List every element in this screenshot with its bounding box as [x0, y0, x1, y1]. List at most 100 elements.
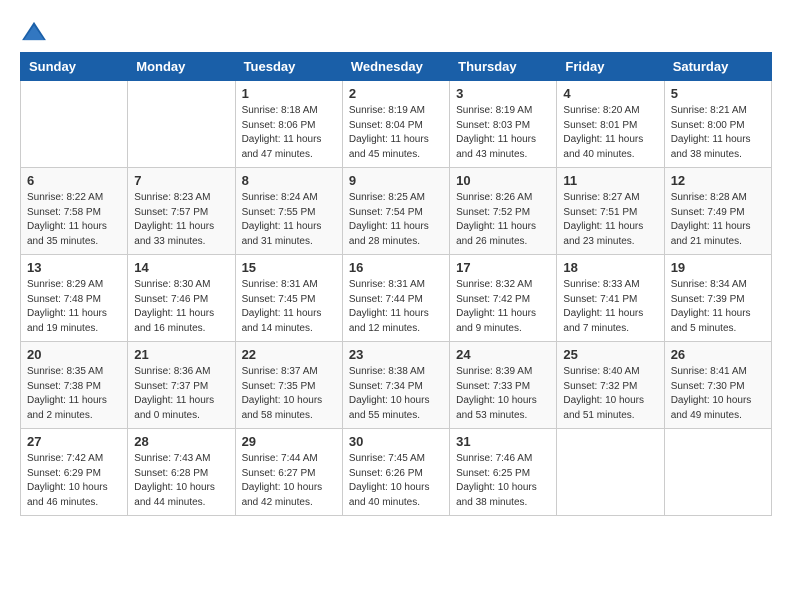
day-info: Sunrise: 8:26 AM Sunset: 7:52 PM Dayligh… [456, 191, 550, 249]
calendar-cell: 10 Sunrise: 8:26 AM Sunset: 7:52 PM Dayli… [450, 168, 557, 255]
calendar-cell [128, 81, 235, 168]
day-number: 10 [456, 173, 550, 188]
day-number: 8 [242, 173, 336, 188]
calendar-cell: 6 Sunrise: 8:22 AM Sunset: 7:58 PM Daylig… [21, 168, 128, 255]
day-info: Sunrise: 8:40 AM Sunset: 7:32 PM Dayligh… [563, 365, 657, 423]
day-number: 18 [563, 260, 657, 275]
calendar-cell: 31 Sunrise: 7:46 AM Sunset: 6:25 PM Dayli… [450, 429, 557, 516]
calendar-cell [557, 429, 664, 516]
day-info: Sunrise: 8:35 AM Sunset: 7:38 PM Dayligh… [27, 365, 121, 423]
day-info: Sunrise: 8:41 AM Sunset: 7:30 PM Dayligh… [671, 365, 765, 423]
day-number: 23 [349, 347, 443, 362]
calendar-cell: 30 Sunrise: 7:45 AM Sunset: 6:26 PM Dayli… [342, 429, 449, 516]
calendar-cell: 18Sunrise: 8:33 AM Sunset: 7:41 PM Dayli… [557, 255, 664, 342]
day-number: 14 [134, 260, 228, 275]
day-info: Sunrise: 7:43 AM Sunset: 6:28 PM Dayligh… [134, 452, 228, 510]
calendar-cell: 23 Sunrise: 8:38 AM Sunset: 7:34 PM Dayli… [342, 342, 449, 429]
day-info: Sunrise: 8:20 AM Sunset: 8:01 PM Dayligh… [563, 104, 657, 162]
day-info: Sunrise: 8:32 AM Sunset: 7:42 PM Dayligh… [456, 278, 550, 336]
calendar-cell: 1 Sunrise: 8:18 AM Sunset: 8:06 PM Daylig… [235, 81, 342, 168]
calendar-cell: 28Sunrise: 7:43 AM Sunset: 6:28 PM Dayli… [128, 429, 235, 516]
calendar-week-1: 1 Sunrise: 8:18 AM Sunset: 8:06 PM Daylig… [21, 81, 772, 168]
day-number: 2 [349, 86, 443, 101]
day-info: Sunrise: 8:34 AM Sunset: 7:39 PM Dayligh… [671, 278, 765, 336]
calendar-cell: 4Sunrise: 8:20 AM Sunset: 8:01 PM Daylig… [557, 81, 664, 168]
day-info: Sunrise: 8:24 AM Sunset: 7:55 PM Dayligh… [242, 191, 336, 249]
day-info: Sunrise: 7:44 AM Sunset: 6:27 PM Dayligh… [242, 452, 336, 510]
day-number: 13 [27, 260, 121, 275]
day-number: 5 [671, 86, 765, 101]
calendar-cell: 20 Sunrise: 8:35 AM Sunset: 7:38 PM Dayli… [21, 342, 128, 429]
weekday-header-sunday: Sunday [21, 53, 128, 81]
calendar-cell: 24Sunrise: 8:39 AM Sunset: 7:33 PM Dayli… [450, 342, 557, 429]
calendar-cell: 25 Sunrise: 8:40 AM Sunset: 7:32 PM Dayli… [557, 342, 664, 429]
day-number: 31 [456, 434, 550, 449]
day-number: 15 [242, 260, 336, 275]
calendar-cell [21, 81, 128, 168]
day-info: Sunrise: 8:18 AM Sunset: 8:06 PM Dayligh… [242, 104, 336, 162]
calendar-week-2: 6 Sunrise: 8:22 AM Sunset: 7:58 PM Daylig… [21, 168, 772, 255]
day-number: 25 [563, 347, 657, 362]
calendar-cell: 29 Sunrise: 7:44 AM Sunset: 6:27 PM Dayli… [235, 429, 342, 516]
day-info: Sunrise: 8:28 AM Sunset: 7:49 PM Dayligh… [671, 191, 765, 249]
calendar-cell: 11Sunrise: 8:27 AM Sunset: 7:51 PM Dayli… [557, 168, 664, 255]
day-info: Sunrise: 8:21 AM Sunset: 8:00 PM Dayligh… [671, 104, 765, 162]
calendar-cell: 12 Sunrise: 8:28 AM Sunset: 7:49 PM Dayli… [664, 168, 771, 255]
calendar-cell: 7 Sunrise: 8:23 AM Sunset: 7:57 PM Daylig… [128, 168, 235, 255]
calendar-week-5: 27 Sunrise: 7:42 AM Sunset: 6:29 PM Dayli… [21, 429, 772, 516]
day-info: Sunrise: 8:31 AM Sunset: 7:44 PM Dayligh… [349, 278, 443, 336]
weekday-header-row: SundayMondayTuesdayWednesdayThursdayFrid… [21, 53, 772, 81]
calendar-cell: 26 Sunrise: 8:41 AM Sunset: 7:30 PM Dayli… [664, 342, 771, 429]
day-number: 12 [671, 173, 765, 188]
calendar-cell: 8 Sunrise: 8:24 AM Sunset: 7:55 PM Daylig… [235, 168, 342, 255]
day-number: 21 [134, 347, 228, 362]
day-info: Sunrise: 8:19 AM Sunset: 8:03 PM Dayligh… [456, 104, 550, 162]
calendar-cell: 13 Sunrise: 8:29 AM Sunset: 7:48 PM Dayli… [21, 255, 128, 342]
day-info: Sunrise: 7:46 AM Sunset: 6:25 PM Dayligh… [456, 452, 550, 510]
calendar-cell: 21 Sunrise: 8:36 AM Sunset: 7:37 PM Dayli… [128, 342, 235, 429]
day-info: Sunrise: 8:23 AM Sunset: 7:57 PM Dayligh… [134, 191, 228, 249]
day-number: 9 [349, 173, 443, 188]
day-info: Sunrise: 8:36 AM Sunset: 7:37 PM Dayligh… [134, 365, 228, 423]
day-number: 16 [349, 260, 443, 275]
calendar-cell: 2Sunrise: 8:19 AM Sunset: 8:04 PM Daylig… [342, 81, 449, 168]
day-info: Sunrise: 8:31 AM Sunset: 7:45 PM Dayligh… [242, 278, 336, 336]
calendar: SundayMondayTuesdayWednesdayThursdayFrid… [20, 52, 772, 516]
weekday-header-friday: Friday [557, 53, 664, 81]
calendar-cell: 3 Sunrise: 8:19 AM Sunset: 8:03 PM Daylig… [450, 81, 557, 168]
day-info: Sunrise: 8:27 AM Sunset: 7:51 PM Dayligh… [563, 191, 657, 249]
day-info: Sunrise: 8:30 AM Sunset: 7:46 PM Dayligh… [134, 278, 228, 336]
header [20, 20, 772, 42]
day-info: Sunrise: 8:37 AM Sunset: 7:35 PM Dayligh… [242, 365, 336, 423]
day-number: 17 [456, 260, 550, 275]
day-number: 19 [671, 260, 765, 275]
day-number: 29 [242, 434, 336, 449]
logo [20, 20, 52, 42]
calendar-week-4: 20 Sunrise: 8:35 AM Sunset: 7:38 PM Dayli… [21, 342, 772, 429]
day-number: 24 [456, 347, 550, 362]
day-info: Sunrise: 8:22 AM Sunset: 7:58 PM Dayligh… [27, 191, 121, 249]
calendar-cell: 16 Sunrise: 8:31 AM Sunset: 7:44 PM Dayli… [342, 255, 449, 342]
weekday-header-saturday: Saturday [664, 53, 771, 81]
calendar-cell: 5 Sunrise: 8:21 AM Sunset: 8:00 PM Daylig… [664, 81, 771, 168]
calendar-cell: 9 Sunrise: 8:25 AM Sunset: 7:54 PM Daylig… [342, 168, 449, 255]
day-number: 30 [349, 434, 443, 449]
logo-icon [20, 20, 48, 42]
calendar-cell: 14 Sunrise: 8:30 AM Sunset: 7:46 PM Dayli… [128, 255, 235, 342]
calendar-cell: 22Sunrise: 8:37 AM Sunset: 7:35 PM Dayli… [235, 342, 342, 429]
day-info: Sunrise: 7:45 AM Sunset: 6:26 PM Dayligh… [349, 452, 443, 510]
calendar-cell: 15 Sunrise: 8:31 AM Sunset: 7:45 PM Dayli… [235, 255, 342, 342]
day-number: 3 [456, 86, 550, 101]
day-number: 27 [27, 434, 121, 449]
day-info: Sunrise: 8:25 AM Sunset: 7:54 PM Dayligh… [349, 191, 443, 249]
day-number: 20 [27, 347, 121, 362]
day-number: 6 [27, 173, 121, 188]
day-info: Sunrise: 8:29 AM Sunset: 7:48 PM Dayligh… [27, 278, 121, 336]
weekday-header-wednesday: Wednesday [342, 53, 449, 81]
day-info: Sunrise: 7:42 AM Sunset: 6:29 PM Dayligh… [27, 452, 121, 510]
day-number: 26 [671, 347, 765, 362]
day-info: Sunrise: 8:38 AM Sunset: 7:34 PM Dayligh… [349, 365, 443, 423]
day-number: 7 [134, 173, 228, 188]
day-number: 1 [242, 86, 336, 101]
calendar-cell [664, 429, 771, 516]
